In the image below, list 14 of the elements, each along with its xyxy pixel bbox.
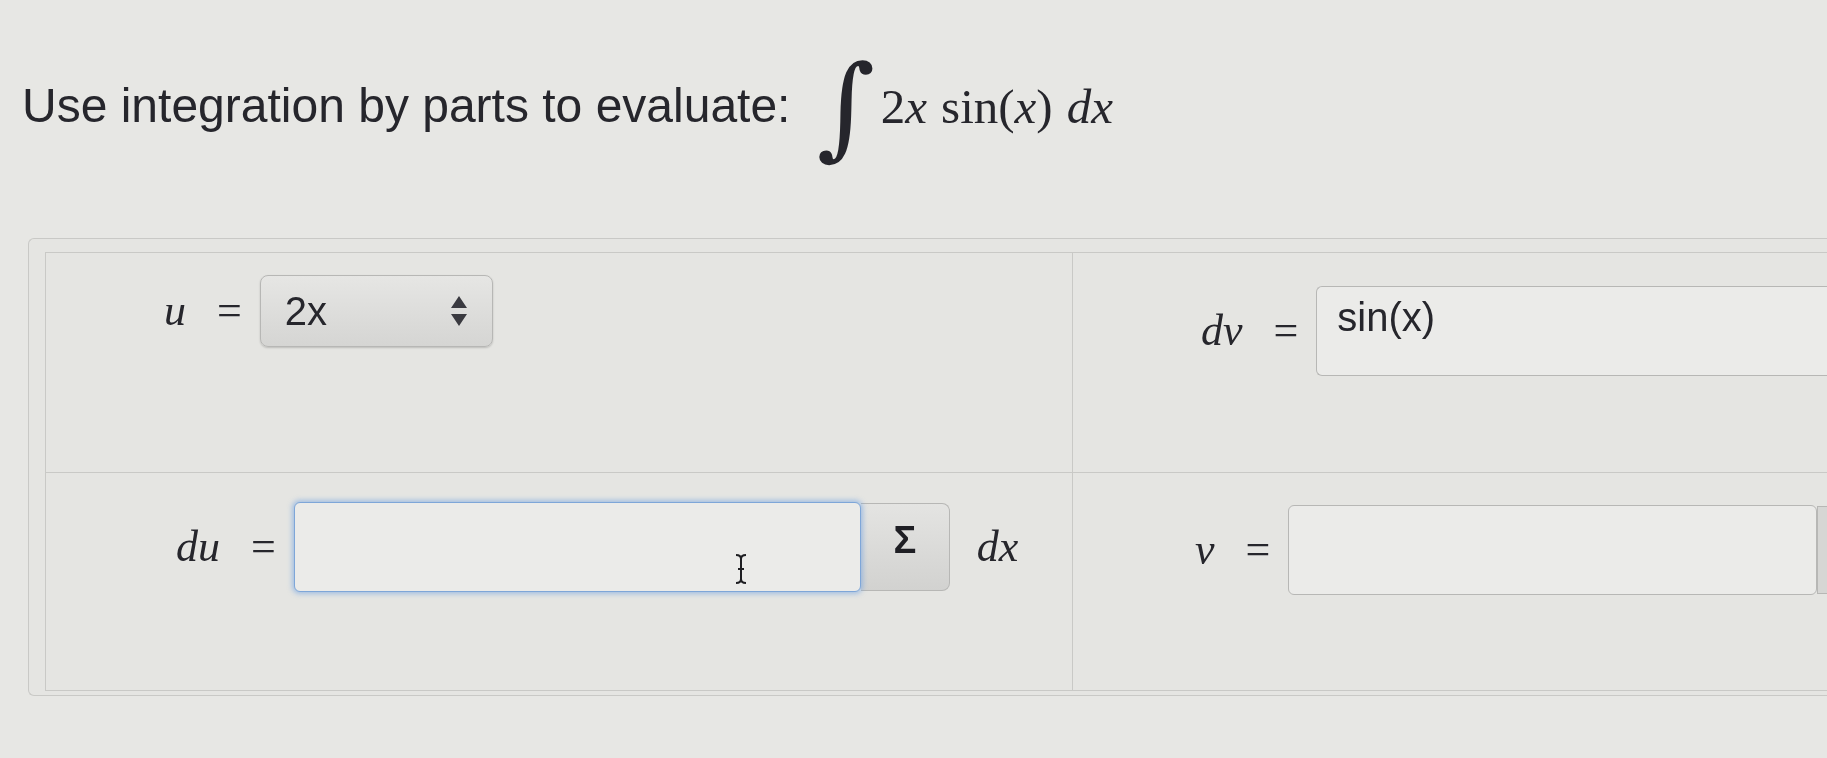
symbol-button[interactable] [1817,506,1827,594]
text-field[interactable] [293,502,861,592]
variable-label: dv = [1201,309,1299,353]
text-field[interactable]: sin(x) [1316,286,1827,376]
up-down-arrows-icon [449,295,468,327]
variable-label: du = [176,525,276,569]
variable-label: u = [164,289,242,333]
symbol-button[interactable]: Σ [860,503,950,591]
question-text: Use integration by parts to evaluate: [22,82,791,130]
differential-label: dx [976,525,1019,569]
variable-label: v = [1195,528,1271,572]
text-field[interactable] [1288,505,1817,595]
dropdown-select[interactable]: 2x [259,275,493,347]
text-cursor-icon [733,553,748,585]
